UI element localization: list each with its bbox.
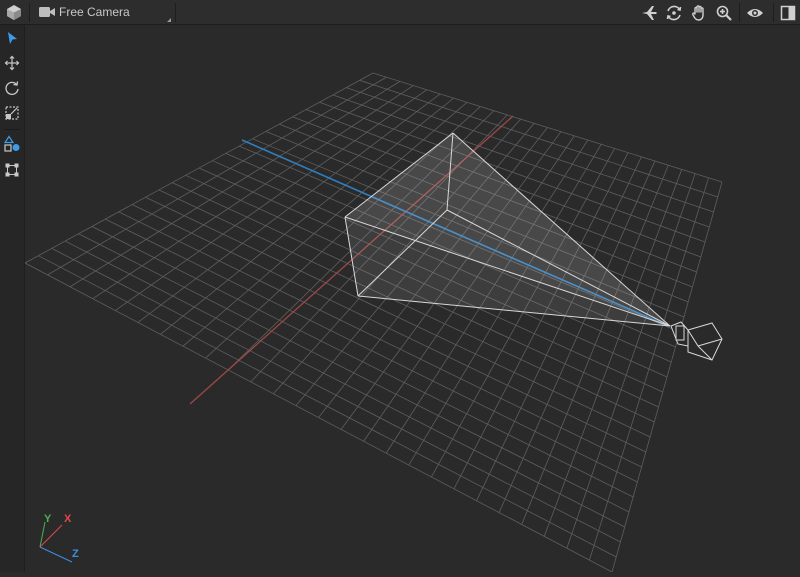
- toolbar-separator: [175, 3, 176, 22]
- grid-line: [611, 181, 723, 573]
- gizmo-z-label: Z: [72, 548, 79, 560]
- scale-icon[interactable]: [3, 104, 21, 122]
- scene-canvas[interactable]: Y X Z: [24, 25, 800, 573]
- orbit-icon[interactable]: [664, 3, 684, 22]
- fly-mode-icon[interactable]: [639, 3, 659, 22]
- camera-select[interactable]: Free Camera: [30, 0, 174, 25]
- ground-grid: [24, 72, 723, 573]
- toolbar-separator: [739, 3, 740, 22]
- camera-model[interactable]: [670, 321, 723, 361]
- pan-hand-icon[interactable]: [689, 3, 709, 22]
- toolbar-separator: [773, 3, 774, 22]
- toolbar-divider: [4, 129, 20, 130]
- app-logo-icon[interactable]: [4, 3, 24, 22]
- top-toolbar: Free Camera: [0, 0, 800, 25]
- toggle-panel-icon[interactable]: [778, 3, 798, 22]
- zoom-icon[interactable]: [714, 3, 734, 22]
- scene-viewport[interactable]: Y X Z: [24, 25, 800, 573]
- bounds-icon[interactable]: [3, 161, 21, 179]
- video-camera-icon: [38, 5, 56, 19]
- visibility-eye-icon[interactable]: [745, 3, 765, 22]
- dropdown-corner-icon: [167, 18, 171, 22]
- camera-select-label: Free Camera: [59, 5, 130, 19]
- rotate-icon[interactable]: [3, 79, 21, 97]
- snap-shapes-icon[interactable]: [3, 135, 21, 153]
- axis-gizmo: Y X Z: [39, 513, 79, 563]
- select-arrow-icon[interactable]: [3, 29, 21, 47]
- gizmo-y-label: Y: [44, 513, 52, 525]
- camera-frustum[interactable]: [344, 132, 671, 327]
- gizmo-x-label: X: [64, 513, 72, 525]
- move-icon[interactable]: [3, 54, 21, 72]
- left-toolbar: [0, 25, 25, 572]
